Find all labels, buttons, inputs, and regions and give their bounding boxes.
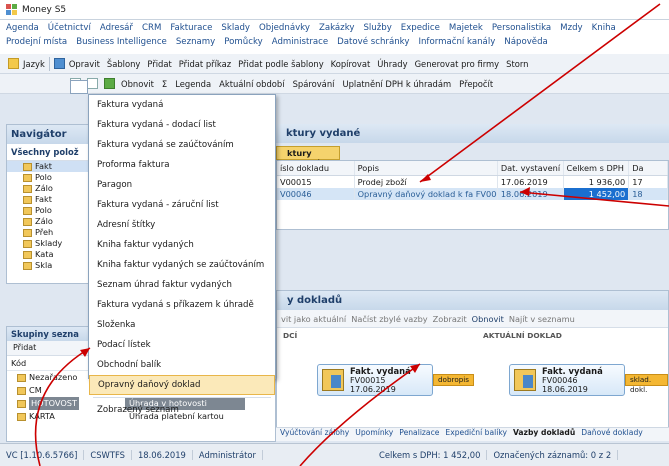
annotation-arrowhead <box>520 187 530 196</box>
annotation-arrowhead <box>410 364 420 373</box>
annotation-arrow <box>299 363 421 466</box>
annotation-arrow <box>34 347 91 466</box>
annotation-arrow <box>519 191 669 207</box>
annotation-overlay <box>34 3 669 466</box>
annotation-arrow <box>419 3 661 183</box>
